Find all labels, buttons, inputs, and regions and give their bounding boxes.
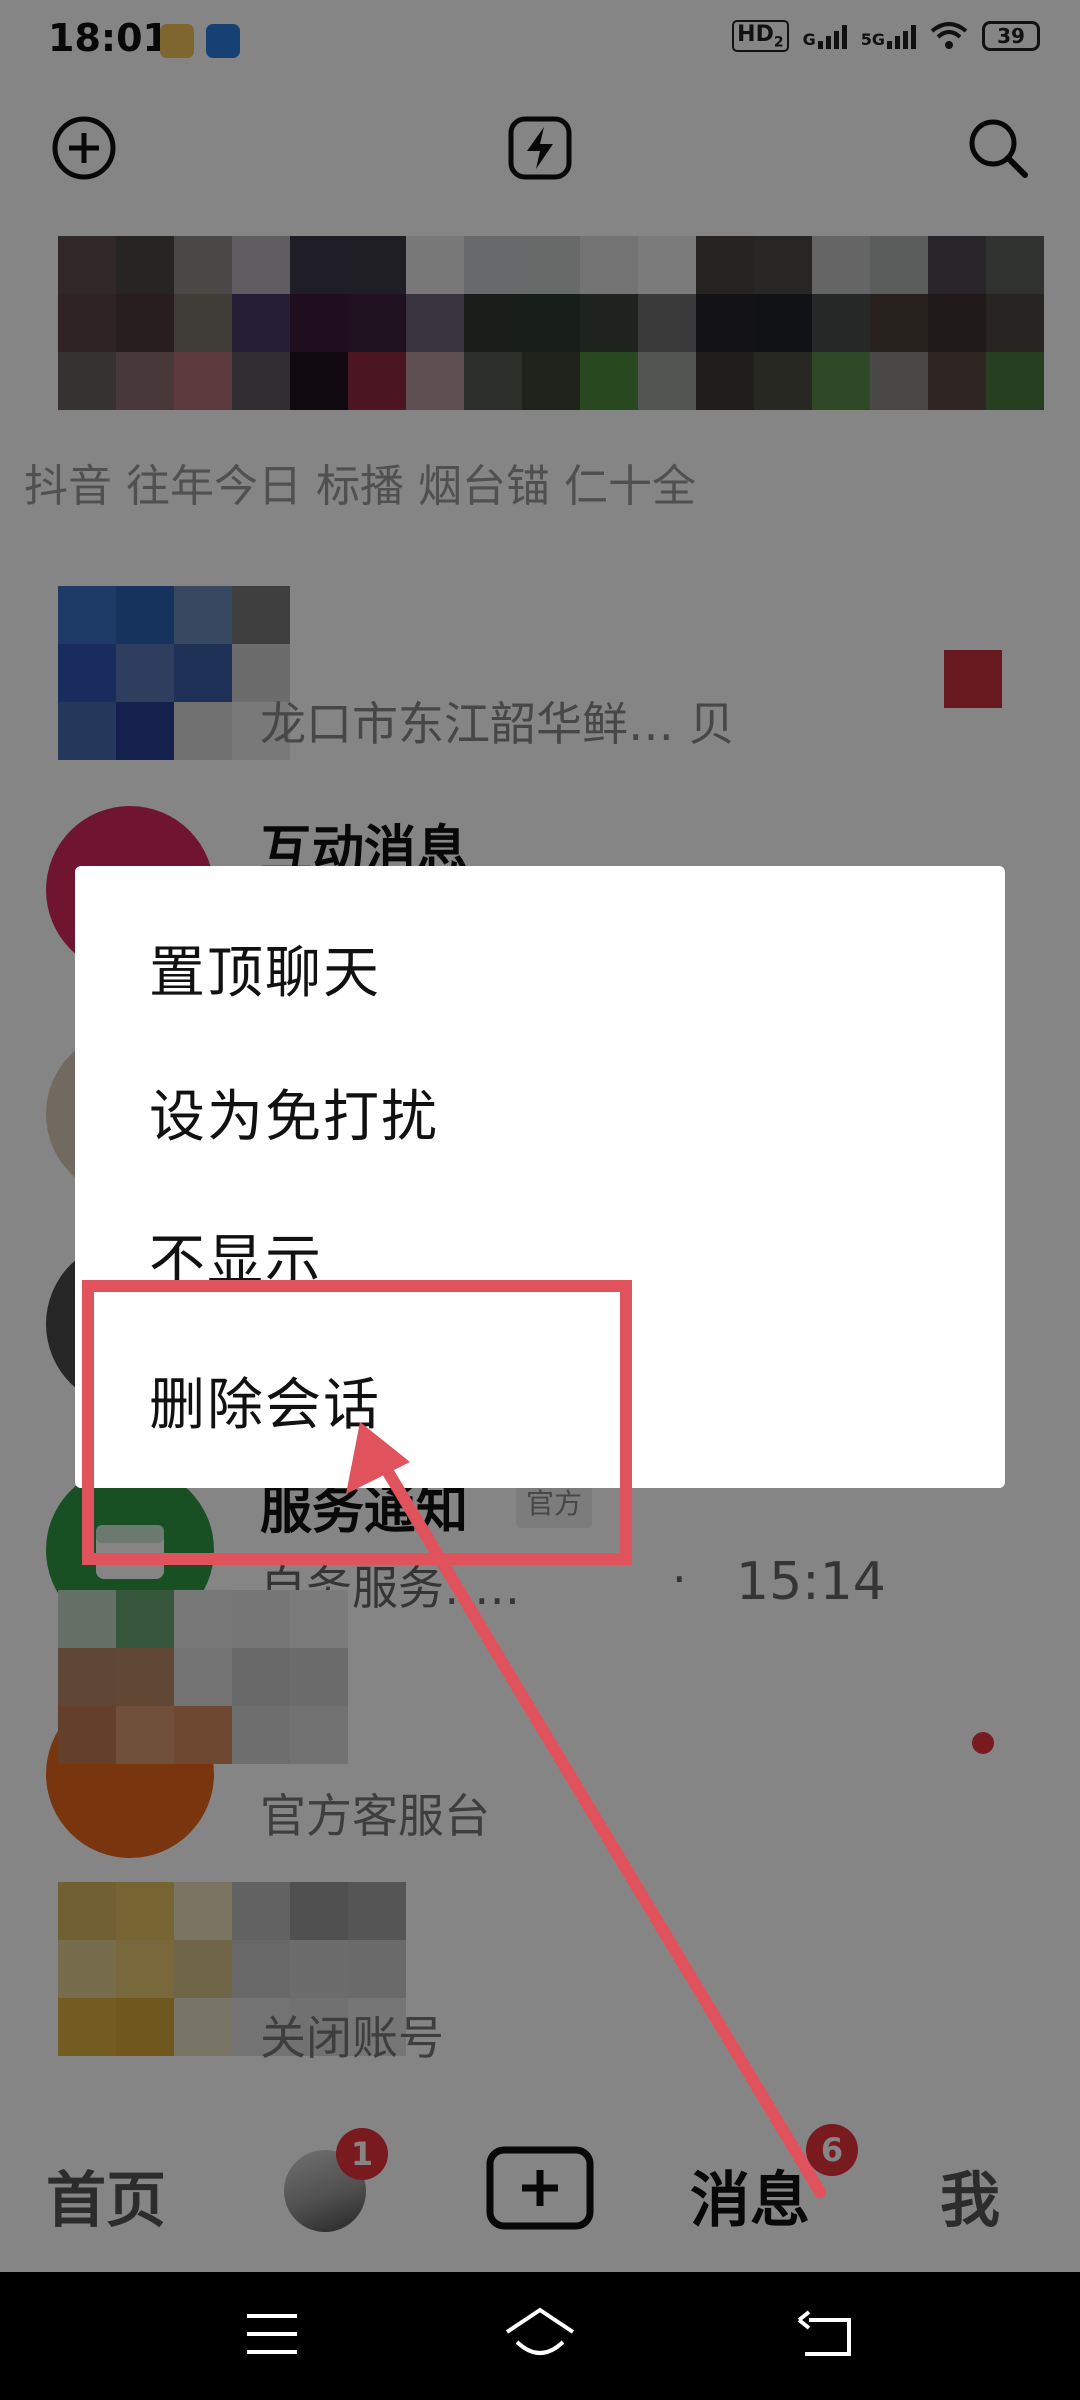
annotation-arrow (346, 1422, 826, 2198)
menu-icon[interactable] (240, 2302, 304, 2366)
system-nav-bar (0, 2272, 1080, 2400)
back-icon[interactable] (790, 2302, 858, 2366)
home-icon[interactable] (500, 2300, 580, 2368)
